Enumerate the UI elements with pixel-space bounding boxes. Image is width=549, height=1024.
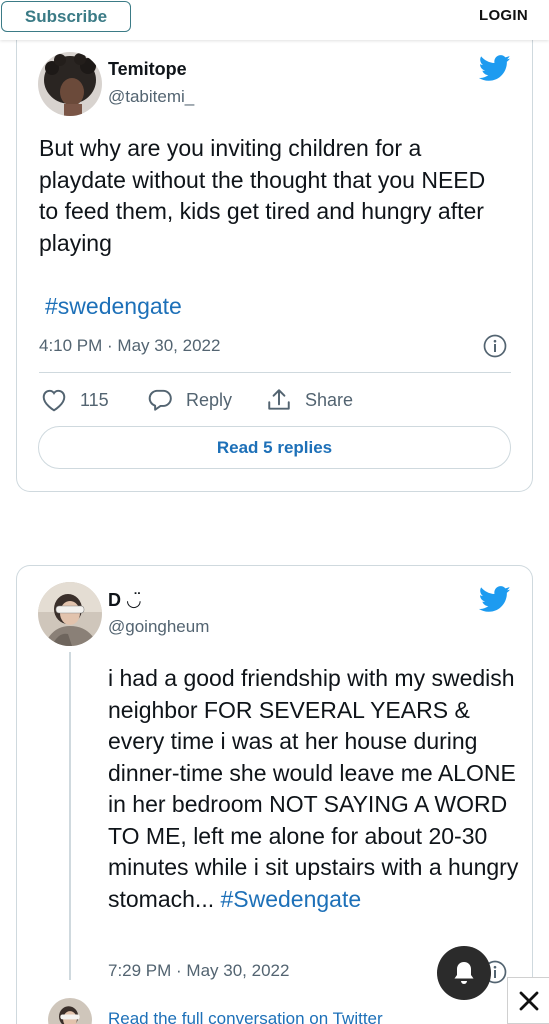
close-icon xyxy=(519,991,538,1010)
notification-bell-button[interactable] xyxy=(437,946,491,1000)
timestamp[interactable]: 4:10 PM · May 30, 2022 xyxy=(39,336,220,356)
reply-bubble-icon xyxy=(148,389,172,411)
divider xyxy=(39,372,511,373)
top-bar: Subscribe LOGIN xyxy=(0,0,549,40)
reply-label: Reply xyxy=(186,389,233,410)
tweet-text: i had a good friendship with my swedish … xyxy=(108,665,519,912)
read-conversation-link[interactable]: Read the full conversation on Twitter xyxy=(108,1009,383,1024)
hashtag-link[interactable]: #Swedengate xyxy=(220,886,361,912)
avatar[interactable] xyxy=(38,582,102,646)
reply-button[interactable]: Reply xyxy=(147,388,232,412)
share-button[interactable]: Share xyxy=(266,387,353,413)
avatar[interactable] xyxy=(38,52,102,116)
smiley-emoji: ◡̈ xyxy=(126,590,142,610)
user-handle[interactable]: @tabitemi_ xyxy=(108,87,194,107)
close-button[interactable] xyxy=(507,977,549,1024)
subscribe-button[interactable]: Subscribe xyxy=(1,1,131,32)
share-icon xyxy=(268,389,290,410)
tweet-card-1: Temitope @tabitemi_ But why are you invi… xyxy=(16,40,533,492)
heart-icon xyxy=(42,389,66,412)
info-icon[interactable] xyxy=(483,334,507,358)
like-button[interactable]: 115 xyxy=(41,388,109,412)
tweet-text: But why are you inviting children for a … xyxy=(39,135,486,256)
display-name[interactable]: D ◡̈ xyxy=(108,590,142,611)
twitter-bird-icon[interactable] xyxy=(479,55,511,82)
twitter-bird-icon[interactable] xyxy=(479,586,511,613)
bell-icon xyxy=(454,962,474,984)
login-link[interactable]: LOGIN xyxy=(479,7,528,24)
avatar-small[interactable] xyxy=(48,998,92,1024)
like-count: 115 xyxy=(80,389,109,410)
hashtag-link[interactable]: #swedengate xyxy=(45,291,182,323)
timestamp[interactable]: 7:29 PM · May 30, 2022 xyxy=(108,961,289,981)
user-handle[interactable]: @goingheum xyxy=(108,617,209,637)
thread-line xyxy=(69,652,71,980)
share-label: Share xyxy=(305,389,354,410)
display-name[interactable]: Temitope xyxy=(108,59,187,80)
read-replies-button[interactable]: Read 5 replies xyxy=(38,426,511,469)
